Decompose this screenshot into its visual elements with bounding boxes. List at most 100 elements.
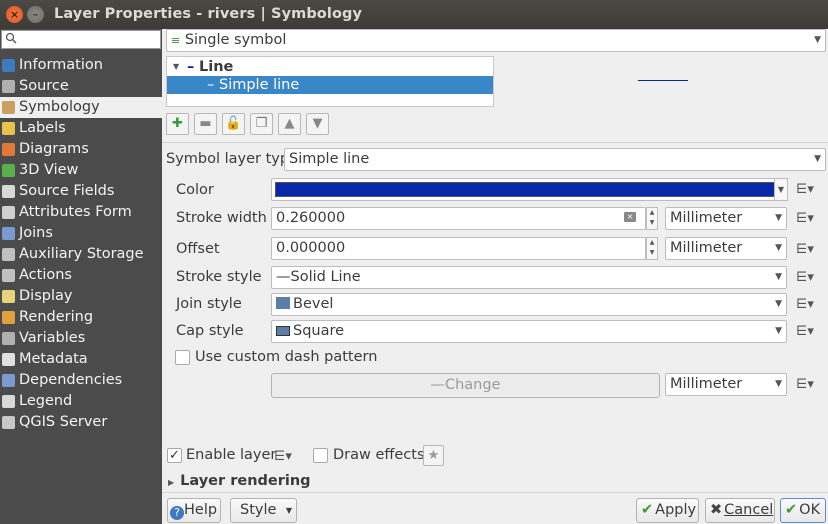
enable-layer-label: Enable layer	[186, 447, 277, 463]
line-symbol-icon: –	[187, 59, 195, 75]
single-symbol-icon: ≡	[171, 34, 181, 47]
chevron-down-icon: ▼	[814, 154, 821, 164]
sidebar-item-label: Variables	[19, 330, 86, 346]
data-defined-override-icon[interactable]: ⋿▾	[796, 210, 814, 228]
sidebar-item-label: Source	[19, 78, 69, 94]
add-symbol-layer-button[interactable]: ✚	[166, 113, 189, 135]
dash-line-icon: —	[430, 377, 445, 393]
lock-icon: 🔓	[225, 116, 242, 131]
enable-layer-checkbox[interactable]: ✓	[167, 448, 182, 463]
data-defined-override-icon[interactable]: ⋿▾	[796, 376, 814, 394]
style-menu-button[interactable]: Style ▼	[230, 498, 297, 523]
color-button[interactable]	[271, 178, 787, 201]
data-defined-override-icon[interactable]: ⋿▾	[796, 241, 814, 259]
join-style-label: Join style	[176, 296, 242, 312]
data-defined-override-icon[interactable]: ⋿▾	[796, 323, 814, 341]
chevron-down-icon: ▼	[775, 326, 782, 336]
sidebar-item-label: Attributes Form	[19, 204, 132, 220]
layer-rendering-header[interactable]: ▶ Layer rendering	[168, 473, 311, 489]
minimize-window-button[interactable]: –	[27, 6, 44, 23]
arrow-down-icon: ▼	[312, 116, 323, 131]
symbol-preview	[638, 80, 688, 81]
sidebar-item-joins[interactable]: Joins	[0, 223, 162, 244]
move-up-button[interactable]: ▲	[278, 113, 301, 135]
offset-stepper[interactable]: ▲ ▼	[646, 237, 658, 260]
sidebar-item-label: Joins	[19, 225, 53, 241]
stroke-width-label: Stroke width	[176, 210, 267, 226]
stroke-style-select[interactable]: —Solid Line ▼	[271, 266, 787, 289]
symbol-layer-type-select[interactable]: Simple line ▼	[284, 148, 826, 171]
sidebar-item-symbology[interactable]: Symbology	[0, 97, 162, 118]
sidebar-item-variables[interactable]: Variables	[0, 328, 162, 349]
duplicate-layer-button[interactable]: ❐	[250, 113, 273, 135]
sidebar-item-label: Display	[19, 288, 73, 304]
sidebar-item-diagrams[interactable]: Diagrams	[0, 139, 162, 160]
bevel-join-icon	[276, 297, 290, 309]
minus-icon: ▬	[199, 116, 212, 131]
data-defined-override-icon[interactable]: ⋿▾	[796, 269, 814, 287]
effects-settings-button[interactable]: ★	[423, 445, 444, 466]
sidebar-item-label: Rendering	[19, 309, 94, 325]
tree-item-simple-line[interactable]: – Simple line	[167, 76, 493, 94]
renderer-type-select[interactable]: ≡ Single symbol ▼	[166, 29, 826, 52]
sidebar-item-3d-view[interactable]: 3D View	[0, 160, 162, 181]
draw-effects-label: Draw effects	[333, 447, 425, 463]
sidebar-item-qgis-server[interactable]: QGIS Server	[0, 412, 162, 433]
stroke-width-unit-select[interactable]: Millimeter ▼	[665, 207, 787, 230]
cap-style-select[interactable]: Square ▼	[271, 320, 787, 343]
apply-button[interactable]: ✔ Apply	[636, 498, 699, 523]
change-dash-button[interactable]: —Change	[271, 373, 660, 398]
sidebar-item-source[interactable]: Source	[0, 76, 162, 97]
sidebar-item-dependencies[interactable]: Dependencies	[0, 370, 162, 391]
sidebar-item-actions[interactable]: Actions	[0, 265, 162, 286]
cap-style-label: Cap style	[176, 323, 244, 339]
sidebar-item-information[interactable]: Information	[0, 55, 162, 76]
data-defined-override-icon[interactable]: ⋿▾	[796, 296, 814, 314]
help-icon: ?	[170, 506, 184, 520]
sidebar-item-auxiliary-storage[interactable]: Auxiliary Storage	[0, 244, 162, 265]
join-icon	[2, 227, 15, 240]
data-defined-override-icon[interactable]: ⋿▾	[274, 448, 292, 466]
tree-item-line[interactable]: ▼ – Line	[167, 58, 493, 76]
remove-symbol-layer-button[interactable]: ▬	[194, 113, 217, 135]
table-icon	[2, 185, 15, 198]
clear-icon[interactable]: ×	[624, 212, 636, 222]
cancel-button[interactable]: ✖ Cancel	[705, 498, 775, 523]
ok-button[interactable]: ✔ OK	[780, 498, 826, 523]
sidebar-item-legend[interactable]: Legend	[0, 391, 162, 412]
custom-dash-checkbox[interactable]	[175, 350, 190, 365]
search-input[interactable]	[1, 30, 161, 49]
offset-field[interactable]: 0.000000	[271, 237, 646, 260]
cancel-icon: ✖	[710, 502, 723, 518]
draw-effects-checkbox[interactable]	[313, 448, 328, 463]
sidebar-item-labels[interactable]: Labels	[0, 118, 162, 139]
sidebar-item-rendering[interactable]: Rendering	[0, 307, 162, 328]
sidebar-item-label: Legend	[19, 393, 73, 409]
labels-icon	[2, 122, 15, 135]
color-dropdown-button[interactable]: ▼	[774, 178, 788, 201]
check-icon: ✔	[785, 502, 798, 518]
help-button[interactable]: ? Help	[167, 498, 221, 523]
plus-icon: ✚	[172, 116, 183, 131]
join-style-select[interactable]: Bevel ▼	[271, 293, 787, 316]
stroke-width-field[interactable]: 0.260000	[271, 207, 646, 230]
custom-dash-label: Use custom dash pattern	[195, 349, 378, 365]
dash-unit-select[interactable]: Millimeter ▼	[665, 373, 787, 396]
chevron-down-icon: ▼	[775, 299, 782, 309]
symbol-layer-tree[interactable]: ▼ – Line – Simple line	[166, 56, 494, 107]
close-window-button[interactable]: ×	[6, 6, 23, 23]
stroke-style-label: Stroke style	[176, 269, 262, 285]
expand-arrow-icon: ▼	[173, 62, 180, 71]
sidebar-item-display[interactable]: Display	[0, 286, 162, 307]
simple-line-icon: –	[207, 77, 215, 93]
stroke-width-stepper[interactable]: ▲ ▼	[646, 207, 658, 230]
offset-label: Offset	[176, 241, 220, 257]
lock-layer-button[interactable]: 🔓	[222, 113, 245, 135]
sidebar-item-attributes-form[interactable]: Attributes Form	[0, 202, 162, 223]
offset-unit-select[interactable]: Millimeter ▼	[665, 237, 787, 260]
sidebar-item-metadata[interactable]: Metadata	[0, 349, 162, 370]
data-defined-override-icon[interactable]: ⋿▾	[796, 181, 814, 199]
sidebar-item-source-fields[interactable]: Source Fields	[0, 181, 162, 202]
move-down-button[interactable]: ▼	[306, 113, 329, 135]
sidebar-item-label: Metadata	[19, 351, 88, 367]
